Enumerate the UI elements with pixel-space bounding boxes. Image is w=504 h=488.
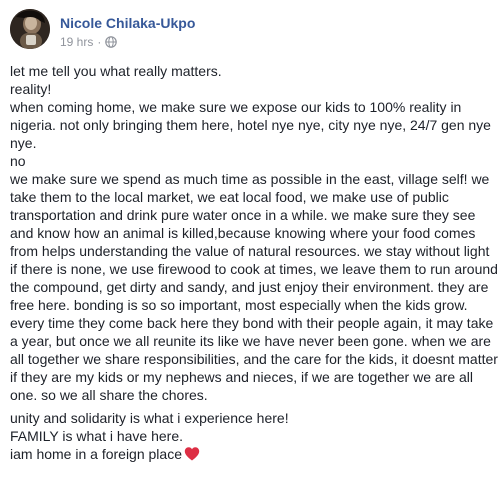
timestamp-link[interactable]: 19 hrs	[60, 35, 93, 49]
post-body: let me tell you what really matters. rea…	[10, 62, 498, 463]
meta-separator: ·	[97, 35, 102, 49]
post-meta: 19 hrs ·	[60, 35, 118, 49]
author-name-link[interactable]: Nicole Chilaka-Ukpo	[60, 15, 195, 31]
facebook-post: Nicole Chilaka-Ukpo 19 hrs · let me tell…	[0, 0, 504, 488]
globe-icon[interactable]	[105, 36, 118, 48]
post-header: Nicole Chilaka-Ukpo 19 hrs ·	[10, 7, 490, 53]
post-paragraph: let me tell you what really matters. rea…	[10, 63, 498, 403]
closing-text: unity and solidarity is what i experienc…	[10, 410, 289, 462]
avatar-image	[10, 9, 50, 49]
red-heart-icon	[184, 447, 200, 461]
avatar[interactable]	[10, 9, 50, 49]
post-paragraph-closing: unity and solidarity is what i experienc…	[10, 409, 498, 463]
